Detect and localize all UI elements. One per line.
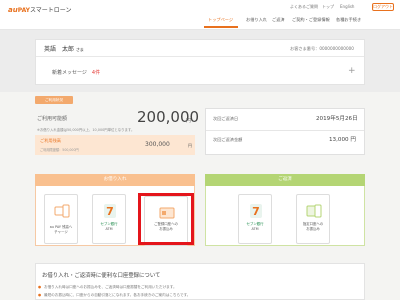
next-due-date-value: 2019年5月26日: [316, 116, 358, 122]
available-amount-label: ご利用可能額: [37, 116, 68, 122]
next-amount-value: 13,000 円: [329, 137, 356, 143]
svg-text:7: 7: [106, 205, 114, 218]
user-name: 英語 太郎 さま: [44, 46, 84, 53]
usage-limit-note: ご利用限度額：500,000円: [40, 148, 79, 152]
nav-repay[interactable]: ご返済: [272, 17, 285, 23]
expand-plus-icon[interactable]: +: [348, 66, 356, 76]
repay-header: ご返済: [205, 174, 365, 186]
card-label: ATM: [105, 227, 113, 231]
nav-top-page[interactable]: トップページ: [208, 17, 233, 23]
new-messages-link[interactable]: 新着メッセージ 4件: [52, 69, 100, 76]
bullet-icon: ●: [38, 285, 42, 289]
available-amount-unit: 円: [186, 118, 192, 124]
nav-active-indicator: [204, 26, 238, 28]
seven-bank-icon: 7: [104, 204, 116, 218]
logo-pay: PAY: [17, 7, 30, 14]
nav-procedures[interactable]: 各種お手続き: [336, 17, 361, 23]
bank-transfer-icon: [306, 204, 322, 218]
honorific: さま: [75, 47, 84, 52]
faq-link[interactable]: よくあるご質問: [290, 4, 318, 10]
card-bank-transfer-repay[interactable]: 指定口座への お振込み: [296, 194, 330, 244]
borrow-header: お借り入れ: [35, 174, 195, 186]
borrow-note: ※お借り入れ金額は50,000円以上、10,000円単位となります。: [37, 128, 135, 132]
next-due-date-label: 次回ご返済日: [213, 116, 239, 121]
card-label: お振込み: [306, 227, 320, 231]
card-au-pay-charge[interactable]: au PAY 残高へ チャージ: [44, 194, 78, 244]
selected-card-highlight: [138, 193, 194, 245]
info-line: お借り入れ時は口座へのお振込みを、ご返済時は口座振替をご利用いただけます。: [44, 285, 177, 289]
card-label: 指定口座への: [302, 222, 324, 226]
divider: [36, 56, 364, 57]
seven-bank-icon: 7: [250, 204, 262, 218]
usage-balance-label: ご利用残高: [40, 138, 61, 143]
logo-au: au: [8, 6, 18, 14]
top-link[interactable]: トップ: [322, 4, 334, 10]
card-label: チャージ: [54, 230, 68, 234]
card-seven-bank-atm[interactable]: 7 セブン銀行 ATM: [92, 194, 126, 244]
usage-balance-value: 300,000: [145, 141, 170, 148]
au-pay-charge-icon: [54, 204, 70, 218]
info-title: お借り入れ・ご返済時に便利な口座登録について: [42, 273, 161, 279]
member-number: お客さま番号：0000000000000: [290, 46, 354, 51]
usage-status-tag: ご利用状況: [35, 96, 73, 104]
card-label: セブン銀行: [100, 222, 118, 226]
card-label: au PAY 残高へ: [49, 225, 73, 229]
logout-button[interactable]: ログアウト: [372, 3, 394, 11]
card-label: セブン銀行: [246, 222, 264, 226]
message-count-badge: 4件: [91, 70, 101, 76]
card-label: ATM: [251, 227, 259, 231]
nav-contract-info[interactable]: ご契約・ご登録情報: [292, 17, 330, 23]
divider: [206, 130, 364, 131]
next-amount-label: 次回ご返済金額: [213, 137, 243, 142]
info-line: 最短のお振込時に、口座からの自動引落とになれます。各お手続きのご案内はこちらです…: [44, 293, 191, 297]
svg-text:7: 7: [252, 205, 260, 218]
bullet-icon: ●: [38, 293, 42, 297]
nav-borrow[interactable]: お借り入れ: [246, 17, 267, 23]
card-seven-bank-atm-repay[interactable]: 7 セブン銀行 ATM: [238, 194, 272, 244]
usage-balance-unit: 円: [188, 143, 192, 148]
english-link[interactable]: English: [340, 4, 354, 9]
logo[interactable]: auPAYスマートローン: [8, 5, 72, 14]
logo-text: スマートローン: [29, 7, 72, 14]
